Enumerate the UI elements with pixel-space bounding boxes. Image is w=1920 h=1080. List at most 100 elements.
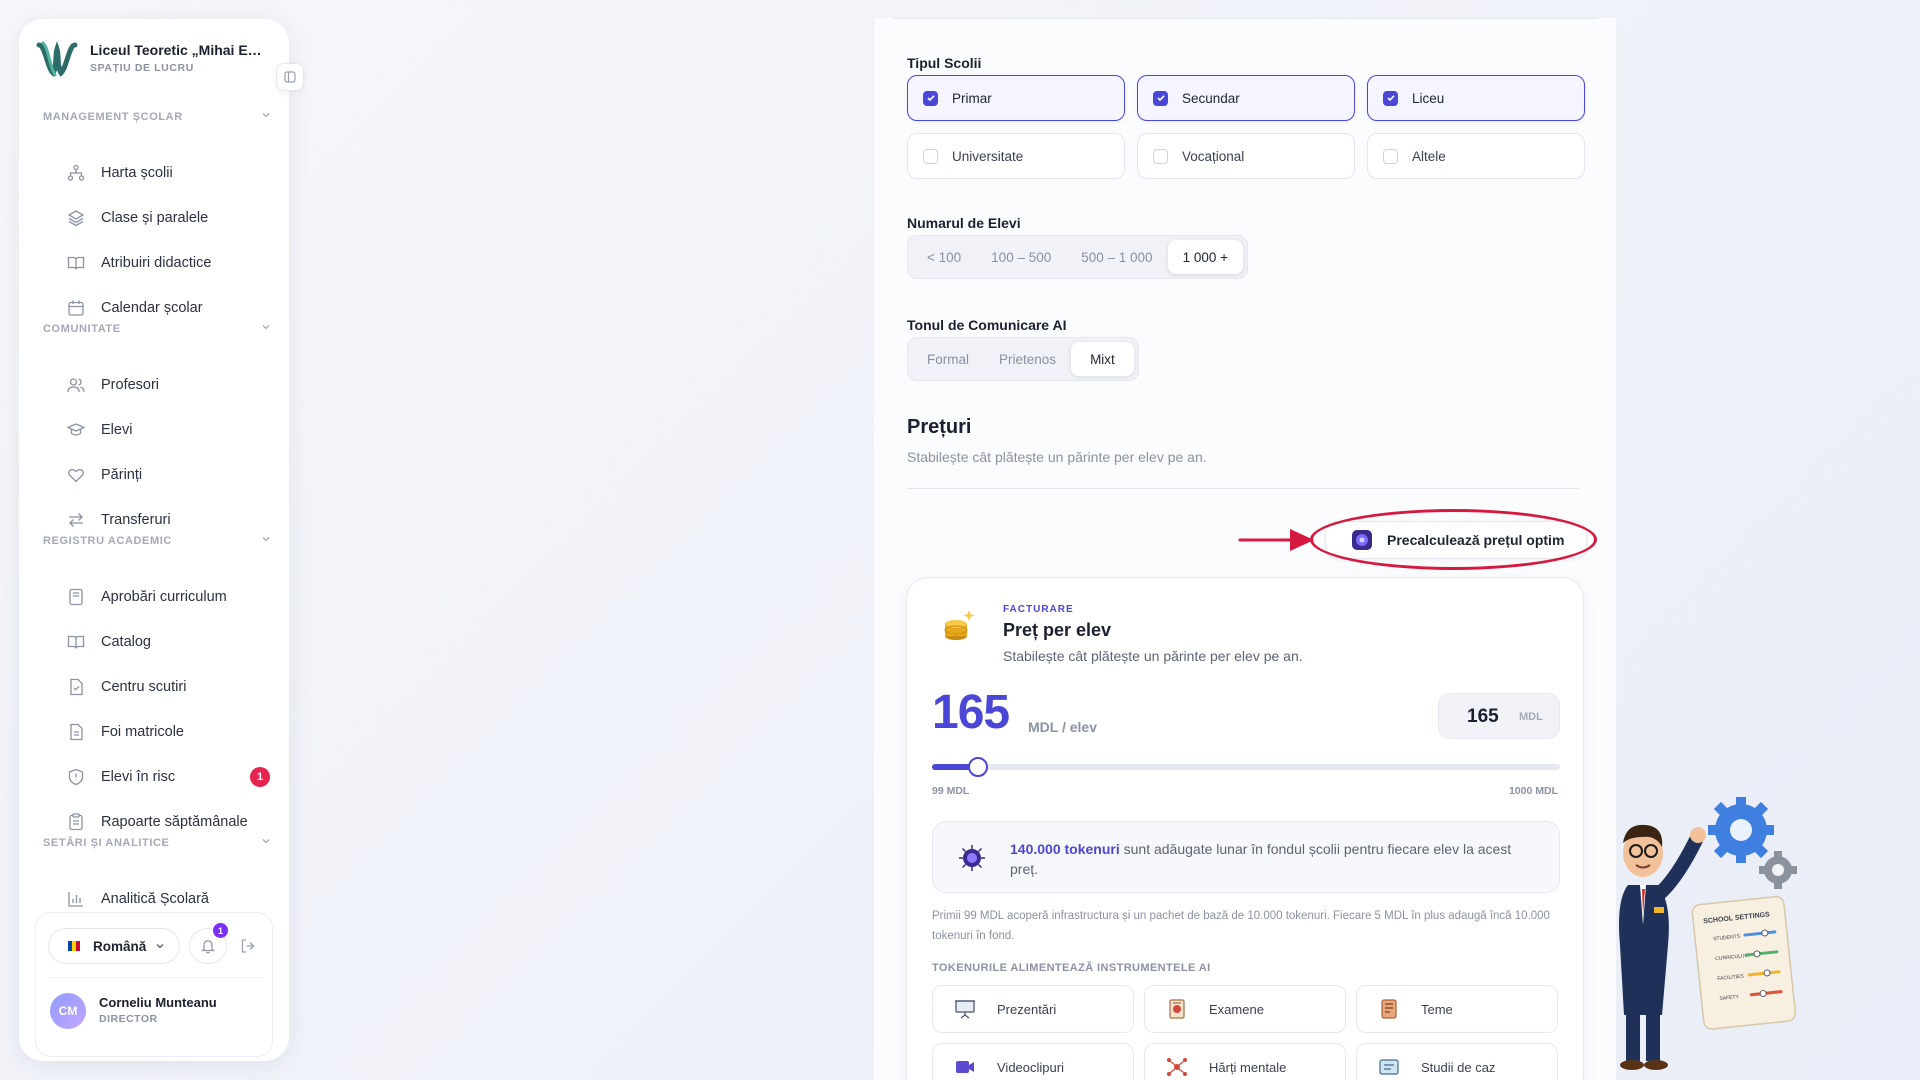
chevron-down-icon: [156, 944, 164, 949]
sidebar-item-elevi-risc[interactable]: Elevi în risc 1: [46, 759, 276, 795]
annotation-arrow-icon: [1238, 529, 1314, 551]
section-title: REGISTRU ACADEMIC: [43, 535, 172, 547]
students-option[interactable]: 100 – 500: [976, 240, 1066, 274]
notifications-button[interactable]: 1: [189, 923, 228, 964]
sidebar-item-foi-matricole[interactable]: Foi matricole: [46, 714, 276, 750]
section-title: MANAGEMENT ȘCOLAR: [43, 111, 183, 123]
language-label: Română: [93, 938, 147, 954]
school-type-secundar[interactable]: Secundar: [1137, 75, 1355, 121]
tool-prezentari[interactable]: Prezentări: [932, 985, 1134, 1033]
checkbox-icon: [1153, 148, 1168, 164]
sitemap-icon: [67, 164, 85, 182]
logout-icon[interactable]: [239, 937, 257, 955]
clipboard-icon: [67, 813, 85, 831]
students-option[interactable]: < 100: [912, 240, 976, 274]
card-title: Preț per elev: [1003, 620, 1112, 640]
section-management[interactable]: MANAGEMENT ȘCOLAR: [43, 111, 273, 123]
sidebar-item-parinti[interactable]: Părinți: [46, 457, 276, 493]
tool-label: Examene: [1209, 1001, 1264, 1017]
sidebar-item-aprobari[interactable]: Aprobări curriculum: [46, 579, 276, 615]
tool-examene[interactable]: Examene: [1144, 985, 1346, 1033]
sidebar-item-profesori[interactable]: Profesori: [46, 367, 276, 403]
tool-label: Videoclipuri: [997, 1059, 1064, 1075]
annotation-highlight: [1310, 509, 1597, 570]
students-option-selected[interactable]: 1 000 +: [1167, 240, 1243, 274]
layers-icon: [67, 209, 85, 227]
sidebar-item-label: Transferuri: [101, 512, 171, 528]
school-type-liceu[interactable]: Liceu: [1367, 75, 1585, 121]
sidebar-footer: Română 1 CM Corneliu Munteanu DIRECTOR: [35, 912, 273, 1057]
tool-videoclipuri[interactable]: Videoclipuri: [932, 1043, 1134, 1080]
pricing-fineprint: Primii 99 MDL acoperă infrastructura și …: [932, 910, 1550, 942]
section-setari[interactable]: SETĂRI ȘI ANALITICE: [43, 837, 273, 849]
checkbox-icon: [1383, 148, 1398, 164]
tool-studii-de-caz[interactable]: Studii de caz: [1356, 1043, 1558, 1080]
sidebar-item-label: Părinți: [101, 467, 143, 483]
school-type-altele[interactable]: Altele: [1367, 133, 1585, 179]
sidebar-item-label: Harta școlii: [101, 165, 173, 181]
avatar[interactable]: CM: [50, 993, 86, 1029]
sidebar-item-harta-scolii[interactable]: Harta școlii: [46, 155, 276, 191]
tone-option[interactable]: Formal: [912, 342, 984, 376]
school-type-universitate[interactable]: Universitate: [907, 133, 1125, 179]
sidebar-item-label: Centru scutiri: [101, 679, 187, 695]
price-input[interactable]: 165 MDL: [1438, 693, 1560, 739]
workspace-header[interactable]: Liceul Teoretic „Mihai Eminescu” SPAȚIU …: [35, 37, 275, 81]
sidebar-item-scutiri[interactable]: Centru scutiri: [46, 669, 276, 705]
checkbox-checked-icon: [1383, 90, 1398, 106]
risk-count-badge: 1: [250, 767, 270, 787]
sidebar-item-catalog[interactable]: Catalog: [46, 624, 276, 660]
sidebar-item-label: Rapoarte săptămânale: [101, 814, 248, 830]
tool-harti-mentale[interactable]: Hărți mentale: [1144, 1043, 1346, 1080]
students-option[interactable]: 500 – 1 000: [1066, 240, 1167, 274]
user-role: DIRECTOR: [99, 1013, 158, 1025]
tool-label: Studii de caz: [1421, 1059, 1496, 1075]
exam-icon: [1169, 999, 1185, 1019]
token-info-box: 140.000 tokenuri sunt adăugate lunar în …: [932, 821, 1560, 893]
sidebar-item-calendar[interactable]: Calendar școlar: [46, 290, 276, 326]
sidebar-item-transferuri[interactable]: Transferuri: [46, 502, 276, 538]
price-slider[interactable]: [932, 757, 1560, 777]
section-title: COMUNITATE: [43, 323, 121, 335]
book-open-icon: [67, 254, 85, 272]
slider-min-label: 99 MDL: [932, 785, 970, 797]
gear-icon: [1759, 851, 1797, 889]
tone-option-selected[interactable]: Mixt: [1071, 342, 1134, 376]
section-registru[interactable]: REGISTRU ACADEMIC: [43, 535, 273, 547]
case-study-icon: [1379, 1059, 1399, 1075]
sidebar-item-clase[interactable]: Clase și paralele: [46, 200, 276, 236]
language-selector[interactable]: Română: [48, 928, 180, 964]
ai-tone-segmented: Formal Prietenos Mixt: [907, 337, 1139, 381]
sidebar-item-atribuiri[interactable]: Atribuiri didactice: [46, 245, 276, 281]
sidebar-collapse-button[interactable]: [276, 63, 304, 91]
tokens-amount: 140.000 tokenuri: [1010, 841, 1120, 857]
chevron-down-icon: [262, 113, 270, 118]
users-icon: [67, 376, 85, 394]
school-type-vocational[interactable]: Vocațional: [1137, 133, 1355, 179]
option-label: Vocațional: [1182, 148, 1245, 164]
divider: [892, 18, 1598, 19]
book-open-icon: [67, 633, 85, 651]
presentation-icon: [955, 1000, 975, 1019]
card-kicker: FACTURARE: [1003, 604, 1074, 615]
coins-icon: [944, 610, 975, 640]
option-label: Altele: [1412, 148, 1446, 164]
sidebar-item-label: Aprobări curriculum: [101, 589, 227, 605]
tone-option[interactable]: Prietenos: [984, 342, 1071, 376]
section-comunitate[interactable]: COMUNITATE: [43, 323, 273, 335]
prices-subtitle: Stabilește cât plătește un părinte per e…: [907, 449, 1207, 465]
sidebar-item-rapoarte[interactable]: Rapoarte săptămânale: [46, 804, 276, 840]
checkbox-checked-icon: [923, 90, 938, 106]
chevron-down-icon: [262, 839, 270, 844]
tool-teme[interactable]: Teme: [1356, 985, 1558, 1033]
arrows-swap-icon: [67, 511, 85, 529]
sidebar-item-elevi[interactable]: Elevi: [46, 412, 276, 448]
price-input-value: 165: [1467, 706, 1499, 727]
file-icon: [67, 678, 85, 696]
slider-thumb[interactable]: [968, 757, 988, 777]
school-type-primar[interactable]: Primar: [907, 75, 1125, 121]
tool-label: Hărți mentale: [1209, 1059, 1287, 1075]
panel-collapse-icon: [284, 71, 296, 83]
book-check-icon: [67, 588, 85, 606]
graduation-cap-icon: [67, 421, 85, 439]
